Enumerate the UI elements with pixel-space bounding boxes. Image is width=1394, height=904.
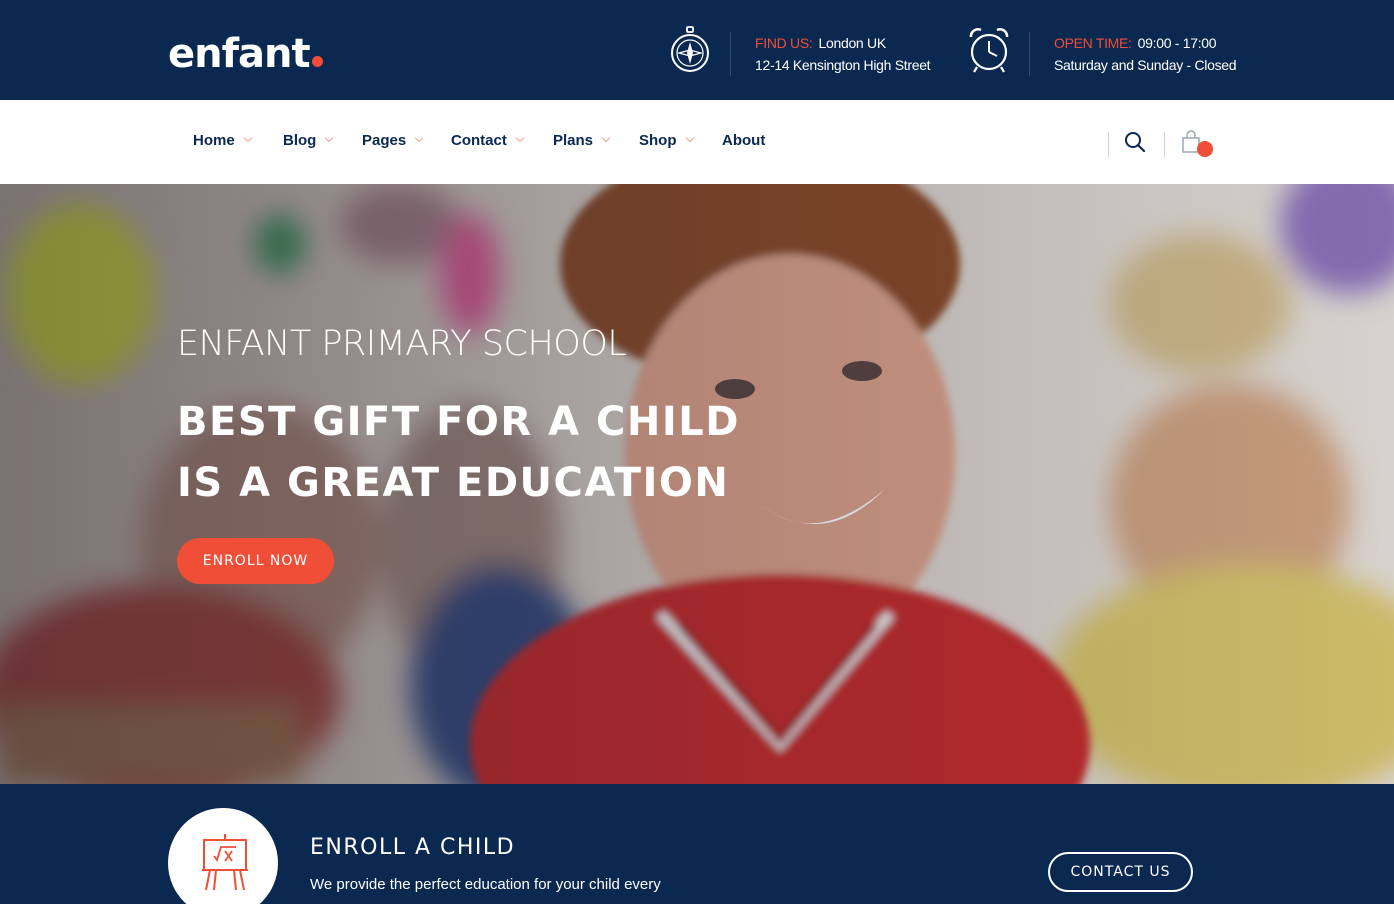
nav-item-shop[interactable]: Shop [639, 130, 694, 152]
nav-item-blog[interactable]: Blog [283, 130, 334, 152]
open-time-label: OPEN TIME: [1054, 35, 1132, 51]
hero-title: BEST GIFT FOR A CHILD IS A GREAT EDUCATI… [177, 392, 740, 514]
nav-item-label[interactable]: Contact [451, 132, 507, 149]
nav-divider [1108, 132, 1109, 158]
alarm-clock-icon [969, 28, 1009, 73]
logo-text[interactable]: enfant [168, 31, 311, 77]
nav-item-label[interactable]: Pages [362, 132, 406, 149]
nav-item-about[interactable]: About [722, 130, 765, 152]
main-nav: Home Blog Pages Contact Plans Shop About [0, 100, 1394, 184]
find-us-label: FIND US: [755, 35, 813, 51]
nav-item-label[interactable]: About [722, 132, 765, 149]
find-us-city: London UK [818, 35, 887, 51]
nav-divider [1164, 132, 1165, 158]
logo-dot [311, 56, 323, 67]
chevron-down-icon[interactable] [414, 133, 424, 143]
nav-item-label[interactable]: Shop [639, 132, 677, 149]
nav-item-contact[interactable]: Contact [451, 130, 525, 152]
logo[interactable]: enfant [168, 30, 323, 78]
chevron-down-icon[interactable] [325, 133, 334, 143]
nav-item-home[interactable]: Home [193, 130, 252, 152]
hero-banner: ENFANT PRIMARY SCHOOL BEST GIFT FOR A CH… [0, 184, 1394, 784]
nav-item-label[interactable]: Plans [553, 132, 593, 149]
nav-item-pages[interactable]: Pages [362, 130, 424, 152]
info-divider [1029, 32, 1030, 76]
easel-math-icon [202, 834, 248, 891]
chevron-down-icon[interactable] [515, 133, 525, 143]
chevron-down-icon[interactable] [243, 133, 252, 143]
info-divider [730, 32, 731, 76]
hero-title-line: IS A GREAT EDUCATION [177, 460, 730, 506]
find-us-address: 12-14 Kensington High Street [755, 57, 931, 73]
compass-icon [671, 26, 709, 72]
chevron-down-icon[interactable] [601, 133, 611, 143]
enroll-section: ENROLL A CHILD We provide the perfect ed… [0, 784, 1394, 904]
hero-title-line: BEST GIFT FOR A CHILD [177, 399, 740, 445]
open-time-closed: Saturday and Sunday - Closed [1054, 57, 1237, 73]
top-bar: enfant FIND US: London UK 12-14 Kensingto… [0, 0, 1394, 100]
nav-item-plans[interactable]: Plans [553, 130, 611, 152]
chevron-down-icon[interactable] [685, 133, 694, 143]
find-us-info: FIND US: London UK 12-14 Kensington High … [755, 32, 931, 76]
hero-subtitle: ENFANT PRIMARY SCHOOL [177, 324, 627, 364]
open-time-hours: 09:00 - 17:00 [1137, 35, 1217, 51]
open-time-info: OPEN TIME: 09:00 - 17:00 Saturday and Sun… [1054, 32, 1237, 76]
nav-item-label[interactable]: Home [193, 132, 235, 149]
cart-badge[interactable] [1197, 141, 1213, 157]
contact-us-button[interactable]: CONTACT US [1048, 852, 1193, 892]
search-icon[interactable] [1124, 131, 1146, 153]
enroll-description: We provide the perfect education for you… [310, 876, 661, 893]
enroll-title: ENROLL A CHILD [310, 835, 516, 860]
enroll-now-button[interactable]: ENROLL NOW [177, 538, 334, 584]
nav-item-label[interactable]: Blog [283, 132, 316, 149]
